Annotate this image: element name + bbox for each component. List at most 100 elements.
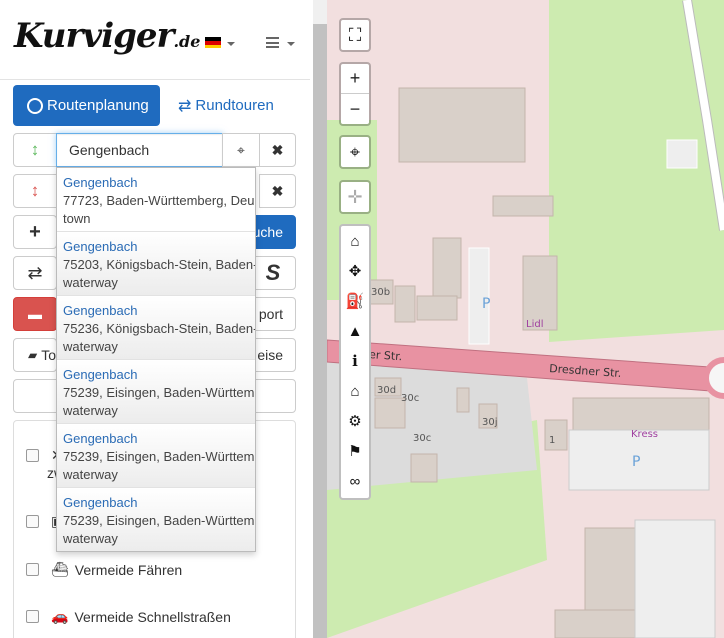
waypoint-row-start: ↕ ⌖ ✖ bbox=[13, 133, 296, 167]
map[interactable]: Dresdner Str. dner Str. Lidl Kress P P 3… bbox=[327, 0, 724, 638]
end-drag-handle[interactable]: ↕ bbox=[13, 174, 57, 208]
compass-icon bbox=[27, 97, 43, 114]
curvy-route-button[interactable]: S bbox=[250, 256, 296, 290]
avoid-tolls-checkbox[interactable] bbox=[26, 515, 39, 528]
tab-roundtrips[interactable]: ⇄ Rundtouren bbox=[168, 85, 288, 126]
reverse-route-button[interactable]: ⇄ bbox=[13, 256, 57, 290]
car-icon: 🚗 bbox=[51, 608, 69, 624]
parking-lot bbox=[634, 519, 716, 638]
tour-label: To bbox=[41, 347, 57, 363]
binoculars-icon[interactable]: ∞ bbox=[341, 466, 369, 496]
autocomplete-item-desc: 75239, Eisingen, Baden-Württem bbox=[63, 449, 255, 464]
crosshair-icon: ⌖ bbox=[237, 141, 245, 158]
autocomplete-item-desc: 75236, Königsbach-Stein, Baden- bbox=[63, 321, 255, 336]
gear-icon[interactable]: ⚙ bbox=[341, 406, 369, 436]
house-number: 30c bbox=[401, 393, 419, 404]
close-icon: ✖ bbox=[271, 182, 284, 199]
start-location-input[interactable] bbox=[56, 133, 223, 167]
autocomplete-item-name: Gengenbach bbox=[63, 175, 138, 190]
arrows-vertical-icon: ↕ bbox=[30, 181, 40, 200]
home-icon[interactable]: ⌂ bbox=[341, 226, 369, 256]
museum-icon[interactable]: ⌂ bbox=[341, 376, 369, 406]
autocomplete-item-desc: 77723, Baden-Württemberg, Deu bbox=[63, 193, 255, 208]
poi-toolbar: ⌂ ✥ ⛽ ▲ i ⌂ ⚙ ⚑ ∞ bbox=[339, 224, 371, 500]
hamburger-menu-icon[interactable] bbox=[266, 37, 279, 51]
delete-route-button[interactable]: ▬ bbox=[13, 297, 57, 331]
german-flag-icon[interactable] bbox=[205, 37, 221, 48]
sidebar: Kurviger.de Routenplanung ⇄ Rundtouren ↕… bbox=[0, 0, 313, 638]
crosshair-light-icon[interactable]: ✛ bbox=[341, 182, 369, 212]
roundtrip-icon: ⇄ bbox=[178, 97, 192, 115]
clear-end-button[interactable]: ✖ bbox=[259, 174, 296, 208]
house-number: 30j bbox=[482, 417, 498, 428]
house-number: 1 bbox=[549, 435, 555, 446]
autocomplete-item-type: waterway bbox=[63, 531, 118, 546]
curvy-s-icon: S bbox=[265, 260, 281, 285]
avoid-ferries-checkbox[interactable] bbox=[26, 563, 39, 576]
autocomplete-item[interactable]: Gengenbach 77723, Baden-Württemberg, Deu… bbox=[57, 168, 255, 232]
zoom-in-button[interactable]: + bbox=[341, 64, 369, 94]
export-button[interactable]: port bbox=[250, 297, 296, 331]
option-avoid-expressways[interactable]: 🚗 Vermeide Schnellstraßen bbox=[26, 608, 231, 625]
language-caret-icon[interactable] bbox=[227, 42, 235, 46]
parking-label: P bbox=[632, 454, 640, 470]
sidebar-scrollbar-thumb[interactable] bbox=[313, 24, 327, 638]
swap-icon: ⇄ bbox=[27, 262, 43, 283]
fullscreen-icon[interactable]: ⛶ bbox=[341, 20, 369, 50]
clear-start-button[interactable]: ✖ bbox=[259, 133, 296, 167]
locate-control[interactable]: ⌖ bbox=[339, 135, 371, 169]
flag-icon[interactable]: ⚑ bbox=[341, 436, 369, 466]
avoid-expressways-checkbox[interactable] bbox=[26, 610, 39, 623]
minus-icon: − bbox=[349, 98, 361, 119]
autocomplete-item[interactable]: Gengenbach 75239, Eisingen, Baden-Württe… bbox=[57, 488, 255, 551]
start-drag-handle[interactable]: ↕ bbox=[13, 133, 57, 167]
autocomplete-item[interactable]: Gengenbach 75239, Eisingen, Baden-Württe… bbox=[57, 424, 255, 488]
house-number: 30c bbox=[413, 433, 431, 444]
fuel-icon[interactable]: ⛽ bbox=[341, 286, 369, 316]
option-avoid-ferries[interactable]: ⛴ Vermeide Fähren bbox=[26, 561, 182, 578]
export-label: port bbox=[258, 306, 283, 322]
autocomplete-dropdown: Gengenbach 77723, Baden-Württemberg, Deu… bbox=[56, 167, 256, 552]
info-icon[interactable]: i bbox=[341, 346, 369, 376]
arrows-vertical-icon: ↕ bbox=[30, 140, 40, 159]
logo[interactable]: Kurviger.de bbox=[14, 16, 200, 56]
building bbox=[432, 237, 462, 299]
autocomplete-item-name: Gengenbach bbox=[63, 239, 138, 254]
locate-start-button[interactable]: ⌖ bbox=[222, 133, 260, 167]
autocomplete-item-name: Gengenbach bbox=[63, 495, 138, 510]
zoom-out-button[interactable]: − bbox=[341, 94, 369, 124]
house-number: 30b bbox=[371, 287, 390, 298]
autocomplete-item-name: Gengenbach bbox=[63, 431, 138, 446]
crosshair-icon[interactable]: ⌖ bbox=[341, 137, 369, 167]
mountain-icon[interactable]: ▲ bbox=[341, 316, 369, 346]
menu-caret-icon[interactable] bbox=[287, 42, 295, 46]
autocomplete-item-desc: 75203, Königsbach-Stein, Baden- bbox=[63, 257, 255, 272]
autocomplete-item-type: waterway bbox=[63, 467, 118, 482]
parking-label: P bbox=[482, 296, 490, 312]
tab-route-planning[interactable]: Routenplanung bbox=[13, 85, 160, 126]
fullscreen-control[interactable]: ⛶ bbox=[339, 18, 371, 52]
autocomplete-item-name: Gengenbach bbox=[63, 367, 138, 382]
autocomplete-item[interactable]: Gengenbach 75239, Eisingen, Baden-Württe… bbox=[57, 360, 255, 424]
autocomplete-item[interactable]: Gengenbach 75203, Königsbach-Stein, Bade… bbox=[57, 232, 255, 296]
roundabout bbox=[703, 357, 724, 399]
poi-label-lidl: Lidl bbox=[526, 319, 543, 330]
house-number: 30d bbox=[377, 385, 396, 396]
building bbox=[410, 453, 438, 483]
hints-button[interactable]: eise bbox=[250, 338, 296, 372]
avoid-motorways-checkbox[interactable] bbox=[26, 449, 39, 462]
building bbox=[554, 609, 636, 638]
autocomplete-item-name: Gengenbach bbox=[63, 303, 138, 318]
ferry-icon: ⛴ bbox=[51, 561, 69, 577]
avoid-expressways-label: Vermeide Schnellstraßen bbox=[74, 608, 231, 625]
poi-label-kress: Kress bbox=[631, 429, 658, 440]
tour-button[interactable]: ▰ To bbox=[13, 338, 57, 372]
expand-icon[interactable]: ✥ bbox=[341, 256, 369, 286]
building bbox=[492, 195, 554, 217]
plus-icon: + bbox=[29, 220, 41, 243]
tab-roundtrips-label: Rundtouren bbox=[195, 97, 274, 114]
add-waypoint-button[interactable]: + bbox=[13, 215, 57, 249]
autocomplete-item-type: waterway bbox=[63, 403, 118, 418]
measure-control[interactable]: ✛ bbox=[339, 180, 371, 214]
autocomplete-item[interactable]: Gengenbach 75236, Königsbach-Stein, Bade… bbox=[57, 296, 255, 360]
